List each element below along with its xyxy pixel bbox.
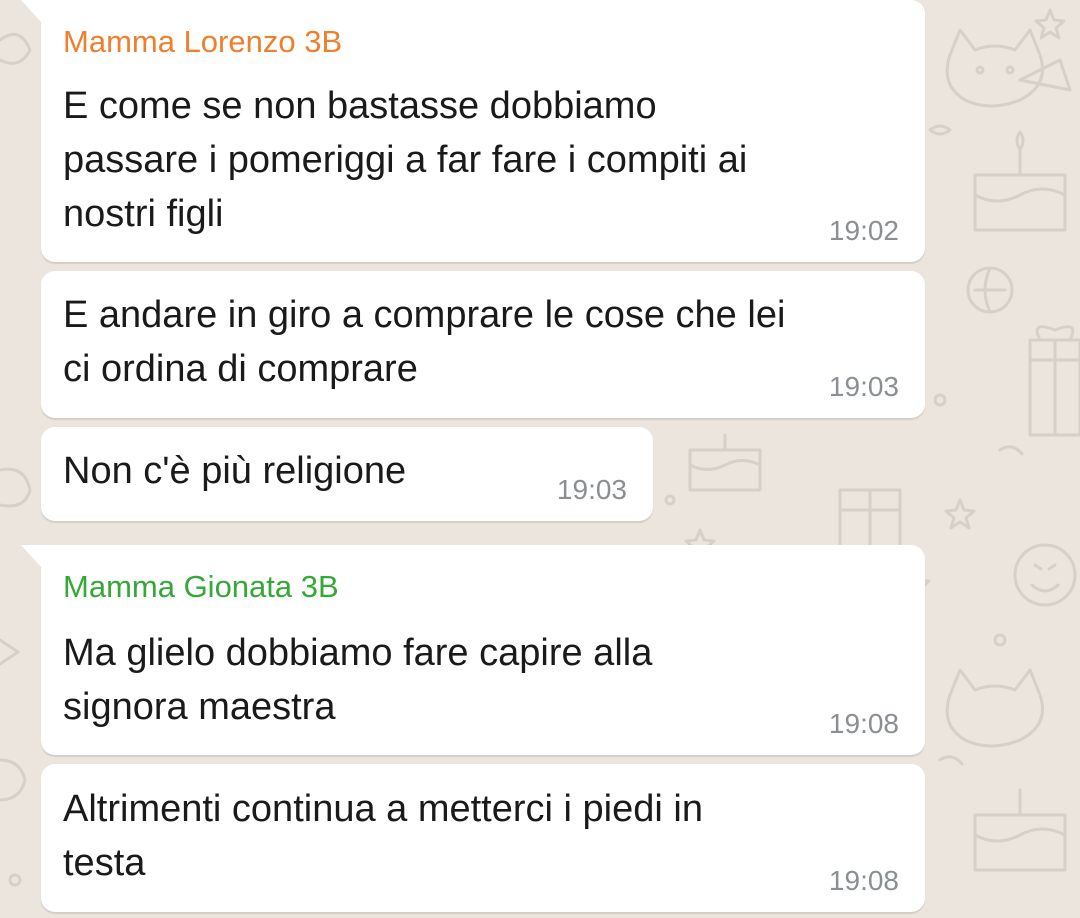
message-text-line: testa <box>63 842 146 884</box>
message-text-line: E andare in giro a comprare le cose che … <box>63 294 786 336</box>
message-timestamp: 19:08 <box>828 865 899 896</box>
message-timestamp: 19:08 <box>828 708 899 739</box>
message-bubble[interactable]: Altrimenti continua a metterci i piedi i… <box>41 764 925 912</box>
message-text-line: nostri figli <box>63 193 224 235</box>
message-bubble[interactable]: Mamma Lorenzo 3B E come se non bastasse … <box>21 0 925 262</box>
message-text-line: E come se non bastasse dobbiamo <box>63 85 657 127</box>
message-text-line: Altrimenti continua a metterci i piedi i… <box>63 788 703 830</box>
bubble-tail <box>21 0 41 22</box>
message-text-line: Non c'è più religione <box>63 450 407 492</box>
message-text-line: signora maestra <box>63 686 336 728</box>
message-text-line: Ma glielo dobbiamo fare capire alla <box>63 632 653 674</box>
message-text-line: ci ordina di comprare <box>63 348 418 390</box>
message-bubble[interactable]: Mamma Gionata 3B Ma glielo dobbiamo fare… <box>21 545 925 755</box>
message-timestamp: 19:03 <box>556 474 627 505</box>
message-sender[interactable]: Mamma Gionata 3B <box>63 567 339 607</box>
message-sender[interactable]: Mamma Lorenzo 3B <box>63 22 342 62</box>
message-bubble[interactable]: E andare in giro a comprare le cose che … <box>41 271 925 418</box>
message-text-line: passare i pomeriggi a far fare i compiti… <box>63 139 748 181</box>
message-bubble[interactable]: Non c'è più religione 19:03 <box>41 427 653 521</box>
message-timestamp: 19:02 <box>828 215 899 246</box>
message-timestamp: 19:03 <box>828 371 899 402</box>
bubble-tail <box>21 545 41 567</box>
